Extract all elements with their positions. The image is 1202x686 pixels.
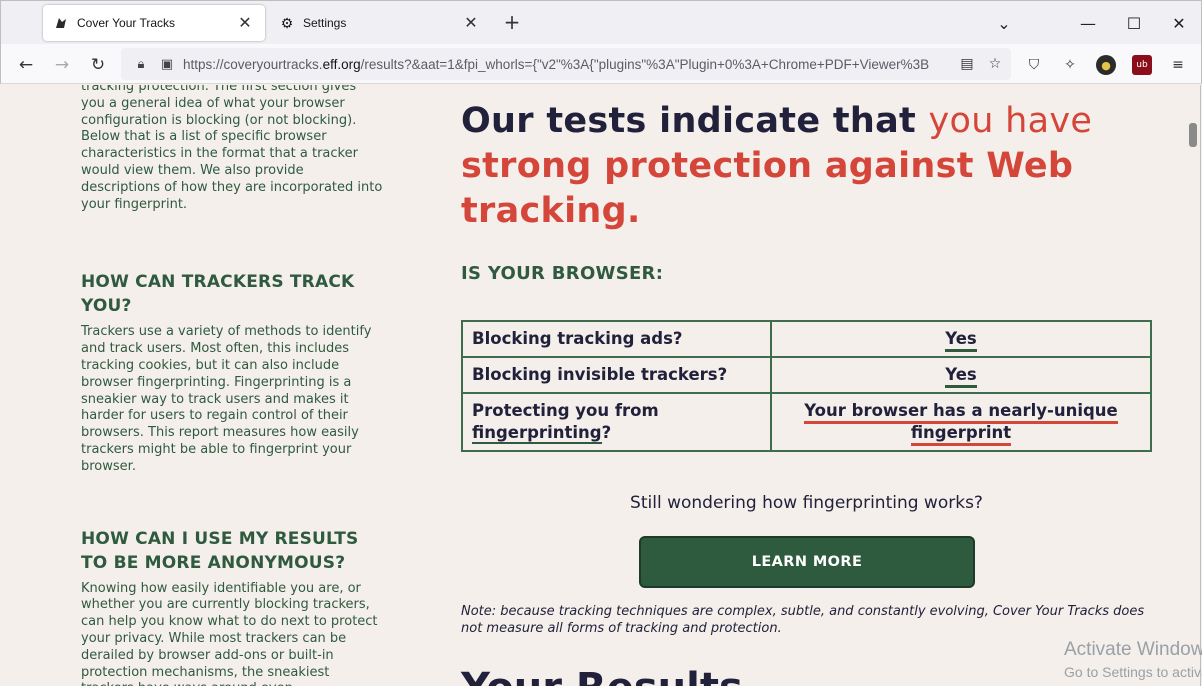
answer-link[interactable]: fingerprint [910,423,1012,446]
menu-icon[interactable]: ≡ [1168,55,1188,75]
question-cell: Blocking invisible trackers? [461,356,772,394]
result-headline: Our tests indicate that you have strong … [461,99,1181,234]
question-suffix: ? [601,423,612,442]
scrollbar[interactable] [1185,85,1201,686]
answer-link[interactable]: Yes [945,329,977,352]
watermark-title: Activate Windows [1064,639,1202,660]
section-body-how-track: Trackers use a variety of methods to ide… [81,324,372,474]
headline-red-thin: you have [928,101,1093,141]
shield-icon[interactable]: ⛉ [1024,55,1044,75]
answer-cell: Your browser has a nearly-unique fingerpr… [770,392,1152,452]
page-content: tracking protection. The first section g… [1,85,1185,686]
privacy-badger-icon[interactable]: ● [1096,55,1116,75]
bookmark-star-icon[interactable]: ☆ [985,54,1005,74]
nav-bar: ← → ↻ 🔒︎ ▣ https://coveryourtracks.eff.o… [0,44,1202,84]
results-table: Blocking tracking ads? Yes Blocking invi… [461,320,1152,452]
windows-activation-watermark: Activate Windows Go to Settings to activ… [1064,638,1202,682]
table-row: Protecting you from fingerprinting? Your… [461,392,1152,452]
close-tab-icon[interactable]: ✕ [461,13,481,33]
headline-dark: Our tests indicate that [461,101,929,141]
still-wondering-text: Still wondering how fingerprinting works… [630,493,983,513]
section-title-how-track: HOW CAN TRACKERS TRACK YOU? [81,272,355,317]
tab-label: Cover Your Tracks [77,16,176,30]
question-cell: Protecting you from fingerprinting? [461,392,772,452]
fingerprinting-link[interactable]: fingerprinting [472,423,602,444]
address-bar[interactable]: 🔒︎ ▣ https://coveryourtracks.eff.org/res… [121,48,1011,80]
answer-cell: Yes [770,320,1152,358]
new-tab-button[interactable]: + [499,11,525,35]
scrollbar-thumb[interactable] [1189,123,1197,147]
table-row: Blocking tracking ads? Yes [461,320,1152,358]
close-tab-icon[interactable]: ✕ [235,13,255,33]
answer-link[interactable]: Your browser has a nearly-unique [804,401,1118,424]
question-cell: Blocking tracking ads? [461,320,772,358]
maximize-icon[interactable]: ☐ [1119,9,1149,37]
answer-link[interactable]: Yes [945,365,977,388]
section-body-anonymous: Knowing how easily identifiable you are,… [81,580,378,686]
lock-icon[interactable]: 🔒︎ [131,57,151,72]
question-prefix: Protecting you from [472,401,659,420]
learn-more-button[interactable]: LEARN MORE [639,536,975,588]
reload-icon[interactable]: ↻ [85,52,111,78]
close-window-icon[interactable]: ✕ [1164,9,1194,37]
headline-period: . [627,191,641,231]
is-your-browser-heading: IS YOUR BROWSER: [461,263,664,284]
extension-wand-icon[interactable]: ✧ [1060,55,1080,75]
list-all-tabs-icon[interactable]: ⌄ [989,9,1019,37]
ublock-origin-icon[interactable]: ub [1132,55,1152,75]
sidebar-intro: tracking protection. The first section g… [81,85,383,212]
watermark-subtitle: Go to Settings to activate Windows. [1064,664,1202,680]
headline-red-bold: strong protection against Web tracking [461,146,1074,231]
url-suffix: /results?&aat=1&fpi_whorls={"v2"%3A{"plu… [360,56,930,72]
answer-cell: Yes [770,356,1152,394]
url-text[interactable]: https://coveryourtracks.eff.org/results?… [183,57,953,72]
url-prefix: https://coveryourtracks. [183,56,323,72]
forward-icon[interactable]: → [49,52,75,78]
tab-bar: Cover Your Tracks ✕ ⚙ Settings ✕ + ⌄ — ☐… [0,0,1202,44]
disclaimer-note: Note: because tracking techniques are co… [461,604,1145,636]
tab-settings[interactable]: ⚙ Settings ✕ [269,5,491,41]
gear-icon: ⚙ [280,14,294,31]
section-title-anonymous: HOW CAN I USE MY RESULTS TO BE MORE ANON… [81,528,359,573]
sidebar: tracking protection. The first section g… [81,85,383,686]
tab-cover-your-tracks[interactable]: Cover Your Tracks ✕ [43,5,265,41]
page-info-icon[interactable]: ▣ [157,57,177,72]
reader-view-icon[interactable]: ▤ [957,54,977,74]
eff-favicon-icon [53,15,69,31]
url-domain: eff.org [322,56,361,72]
table-row: Blocking invisible trackers? Yes [461,356,1152,394]
back-icon[interactable]: ← [13,52,39,78]
tab-label: Settings [303,16,347,30]
your-results-heading: Your Results [461,665,743,686]
minimize-icon[interactable]: — [1073,9,1103,37]
